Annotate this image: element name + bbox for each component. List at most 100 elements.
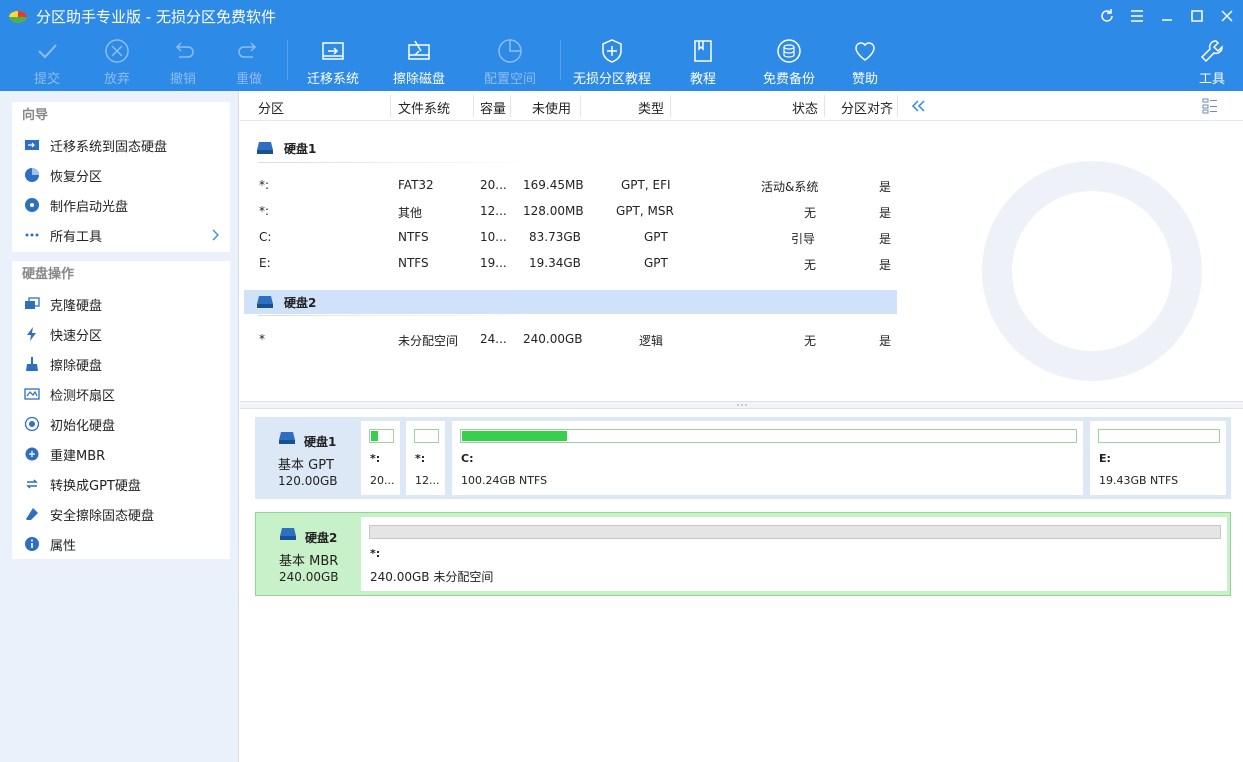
partition-block[interactable]: E: 19.43GB NTFS bbox=[1090, 421, 1226, 495]
migrate-os-button[interactable]: 迁移系统 bbox=[303, 36, 363, 88]
sidebar-item-init-disk[interactable]: 初始化硬盘 bbox=[12, 409, 230, 439]
disk1-name: 硬盘1 bbox=[284, 141, 317, 156]
allocate-space-button[interactable]: 配置空间 bbox=[480, 36, 540, 88]
redo-label: 重做 bbox=[235, 72, 262, 87]
cell-status: 无 bbox=[804, 258, 817, 272]
tools-label: 工具 bbox=[1198, 72, 1225, 87]
partition-usage-bar bbox=[369, 525, 1221, 539]
partition-block[interactable]: *: 20... bbox=[361, 421, 400, 495]
cell-type: GPT bbox=[644, 230, 668, 244]
sidebar-item-properties[interactable]: 属性 bbox=[12, 529, 230, 559]
disk2-map-name: 硬盘2 bbox=[305, 531, 338, 545]
cell-status: 无 bbox=[804, 206, 817, 220]
partition-block[interactable]: *: 240.00GB 未分配空间 bbox=[361, 517, 1227, 591]
panel-splitter[interactable] bbox=[240, 401, 1243, 409]
header-status[interactable]: 状态 bbox=[792, 98, 818, 117]
disk2-name: 硬盘2 bbox=[284, 295, 317, 310]
cell-capacity: 19... bbox=[480, 256, 507, 270]
sidebar-item-boot-disc[interactable]: 制作启动光盘 bbox=[12, 190, 230, 220]
table-row[interactable]: * 未分配空间 24... 240.00GB 逻辑 无 是 bbox=[240, 327, 900, 353]
wrench-icon bbox=[1200, 40, 1223, 63]
free-backup-button[interactable]: 免费备份 bbox=[761, 36, 817, 88]
title-toolbar-bar: 分区助手专业版 - 无损分区免费软件 提交 放弃 撤销 重做 迁移系统 擦除磁盘… bbox=[0, 0, 1243, 91]
disk1-map-label: 硬盘1 基本 GPT 120.00GB bbox=[255, 417, 359, 499]
header-type[interactable]: 类型 bbox=[638, 98, 664, 117]
sidebar-item-migrate-ssd[interactable]: 迁移系统到固态硬盘 bbox=[12, 130, 230, 160]
partition-usage-bar bbox=[414, 429, 439, 443]
maximize-button[interactable] bbox=[1187, 6, 1207, 26]
discard-button[interactable]: 放弃 bbox=[97, 36, 137, 88]
undo-button[interactable]: 撤销 bbox=[163, 36, 203, 88]
disk2-map[interactable]: 硬盘2 基本 MBR 240.00GB *: 240.00GB 未分配空间 bbox=[255, 512, 1231, 596]
sidebar-item-quick-partition[interactable]: 快速分区 bbox=[12, 319, 230, 349]
table-row[interactable]: *: FAT32 20... 169.45MB GPT, EFI 活动&系统 是 bbox=[240, 173, 900, 199]
disk1-row[interactable]: 硬盘1 bbox=[244, 136, 897, 160]
cell-status: 引导 bbox=[791, 232, 816, 246]
partition-block[interactable]: *: 12... bbox=[406, 421, 445, 495]
lossless-tutorial-button[interactable]: 无损分区教程 bbox=[573, 36, 651, 88]
grip-icon bbox=[737, 404, 747, 406]
sidebar-item-secure-erase-ssd[interactable]: 安全擦除固态硬盘 bbox=[12, 499, 230, 529]
sidebar-item-label: 制作启动光盘 bbox=[50, 199, 129, 215]
tutorial-button[interactable]: 教程 bbox=[683, 36, 723, 88]
disk2-row[interactable]: 硬盘2 bbox=[244, 290, 897, 314]
cell-free: 83.73GB bbox=[529, 230, 581, 244]
divider bbox=[258, 315, 534, 316]
cell-partition: C: bbox=[259, 230, 272, 244]
cell-partition: * bbox=[259, 332, 265, 346]
allocate-space-label: 配置空间 bbox=[483, 72, 536, 87]
disk-ops-title: 硬盘操作 bbox=[22, 267, 75, 282]
table-row[interactable]: *: 其他 12... 128.00MB GPT, MSR 无 是 bbox=[240, 199, 900, 225]
header-partition[interactable]: 分区 bbox=[258, 98, 284, 117]
sidebar-item-convert-gpt[interactable]: 转换成GPT硬盘 bbox=[12, 469, 230, 499]
partition-block[interactable]: C: 100.24GB NTFS bbox=[452, 421, 1083, 495]
sidebar-item-rebuild-mbr[interactable]: 重建MBR bbox=[12, 439, 230, 469]
cell-capacity: 24... bbox=[480, 332, 507, 346]
view-toggle-icon[interactable] bbox=[1202, 98, 1218, 114]
disk1-map[interactable]: 硬盘1 基本 GPT 120.00GB *: 20... *: 12... C:… bbox=[255, 417, 1231, 499]
info-icon bbox=[25, 537, 39, 551]
table-row[interactable]: E: NTFS 19... 19.34GB GPT 无 是 bbox=[240, 251, 900, 277]
header-filesystem[interactable]: 文件系统 bbox=[398, 98, 450, 117]
cell-alignment: 是 bbox=[879, 258, 892, 272]
collapse-panel-icon[interactable] bbox=[908, 97, 928, 115]
cell-free: 240.00GB bbox=[523, 332, 583, 346]
clone-disk-icon bbox=[25, 297, 40, 309]
header-alignment[interactable]: 分区对齐 bbox=[841, 98, 893, 117]
app-logo-icon bbox=[9, 11, 27, 23]
submit-button[interactable]: 提交 bbox=[27, 36, 67, 88]
menu-button[interactable] bbox=[1127, 6, 1147, 26]
chevron-right-icon bbox=[212, 229, 219, 241]
minimize-button[interactable] bbox=[1157, 6, 1177, 26]
sidebar-item-label: 检测坏扇区 bbox=[50, 388, 116, 404]
header-free[interactable]: 未使用 bbox=[532, 98, 571, 117]
table-row[interactable]: C: NTFS 10... 83.73GB GPT 引导 是 bbox=[240, 225, 900, 251]
book-icon bbox=[694, 40, 712, 62]
tools-button[interactable]: 工具 bbox=[1192, 36, 1232, 88]
sidebar-item-recover-partition[interactable]: 恢复分区 bbox=[12, 160, 230, 190]
sidebar-item-clone-disk[interactable]: 克隆硬盘 bbox=[12, 289, 230, 319]
partition-usage-bar bbox=[369, 429, 394, 443]
redo-button[interactable]: 重做 bbox=[229, 36, 269, 88]
sidebar-item-label: 转换成GPT硬盘 bbox=[50, 478, 141, 494]
wipe-disk-button[interactable]: 擦除磁盘 bbox=[389, 36, 449, 88]
refresh-icon bbox=[1101, 9, 1113, 22]
sidebar-item-wipe-disk[interactable]: 擦除硬盘 bbox=[12, 349, 230, 379]
column-divider bbox=[824, 95, 825, 117]
header-capacity[interactable]: 容量 bbox=[480, 98, 506, 117]
refresh-button[interactable] bbox=[1097, 6, 1117, 26]
cell-partition: E: bbox=[259, 256, 271, 270]
wipe-disk-label: 擦除磁盘 bbox=[392, 72, 445, 87]
column-divider bbox=[580, 95, 581, 117]
sidebar-item-all-tools[interactable]: 所有工具 bbox=[12, 220, 230, 250]
minimize-icon bbox=[1162, 19, 1172, 21]
sponsor-button[interactable]: 赞助 bbox=[845, 36, 885, 88]
close-button[interactable] bbox=[1217, 6, 1237, 26]
sidebar-item-check-bad-sectors[interactable]: 检测坏扇区 bbox=[12, 379, 230, 409]
partition-list: 分区 文件系统 容量 未使用 类型 状态 分区对齐 硬盘1 *: FAT32 2… bbox=[240, 91, 1243, 401]
column-divider bbox=[897, 95, 898, 117]
cell-capacity: 10... bbox=[480, 230, 507, 244]
eraser-icon bbox=[26, 508, 38, 520]
disk2-map-size: 240.00GB bbox=[279, 570, 339, 584]
partition-usage-bar bbox=[460, 429, 1077, 443]
